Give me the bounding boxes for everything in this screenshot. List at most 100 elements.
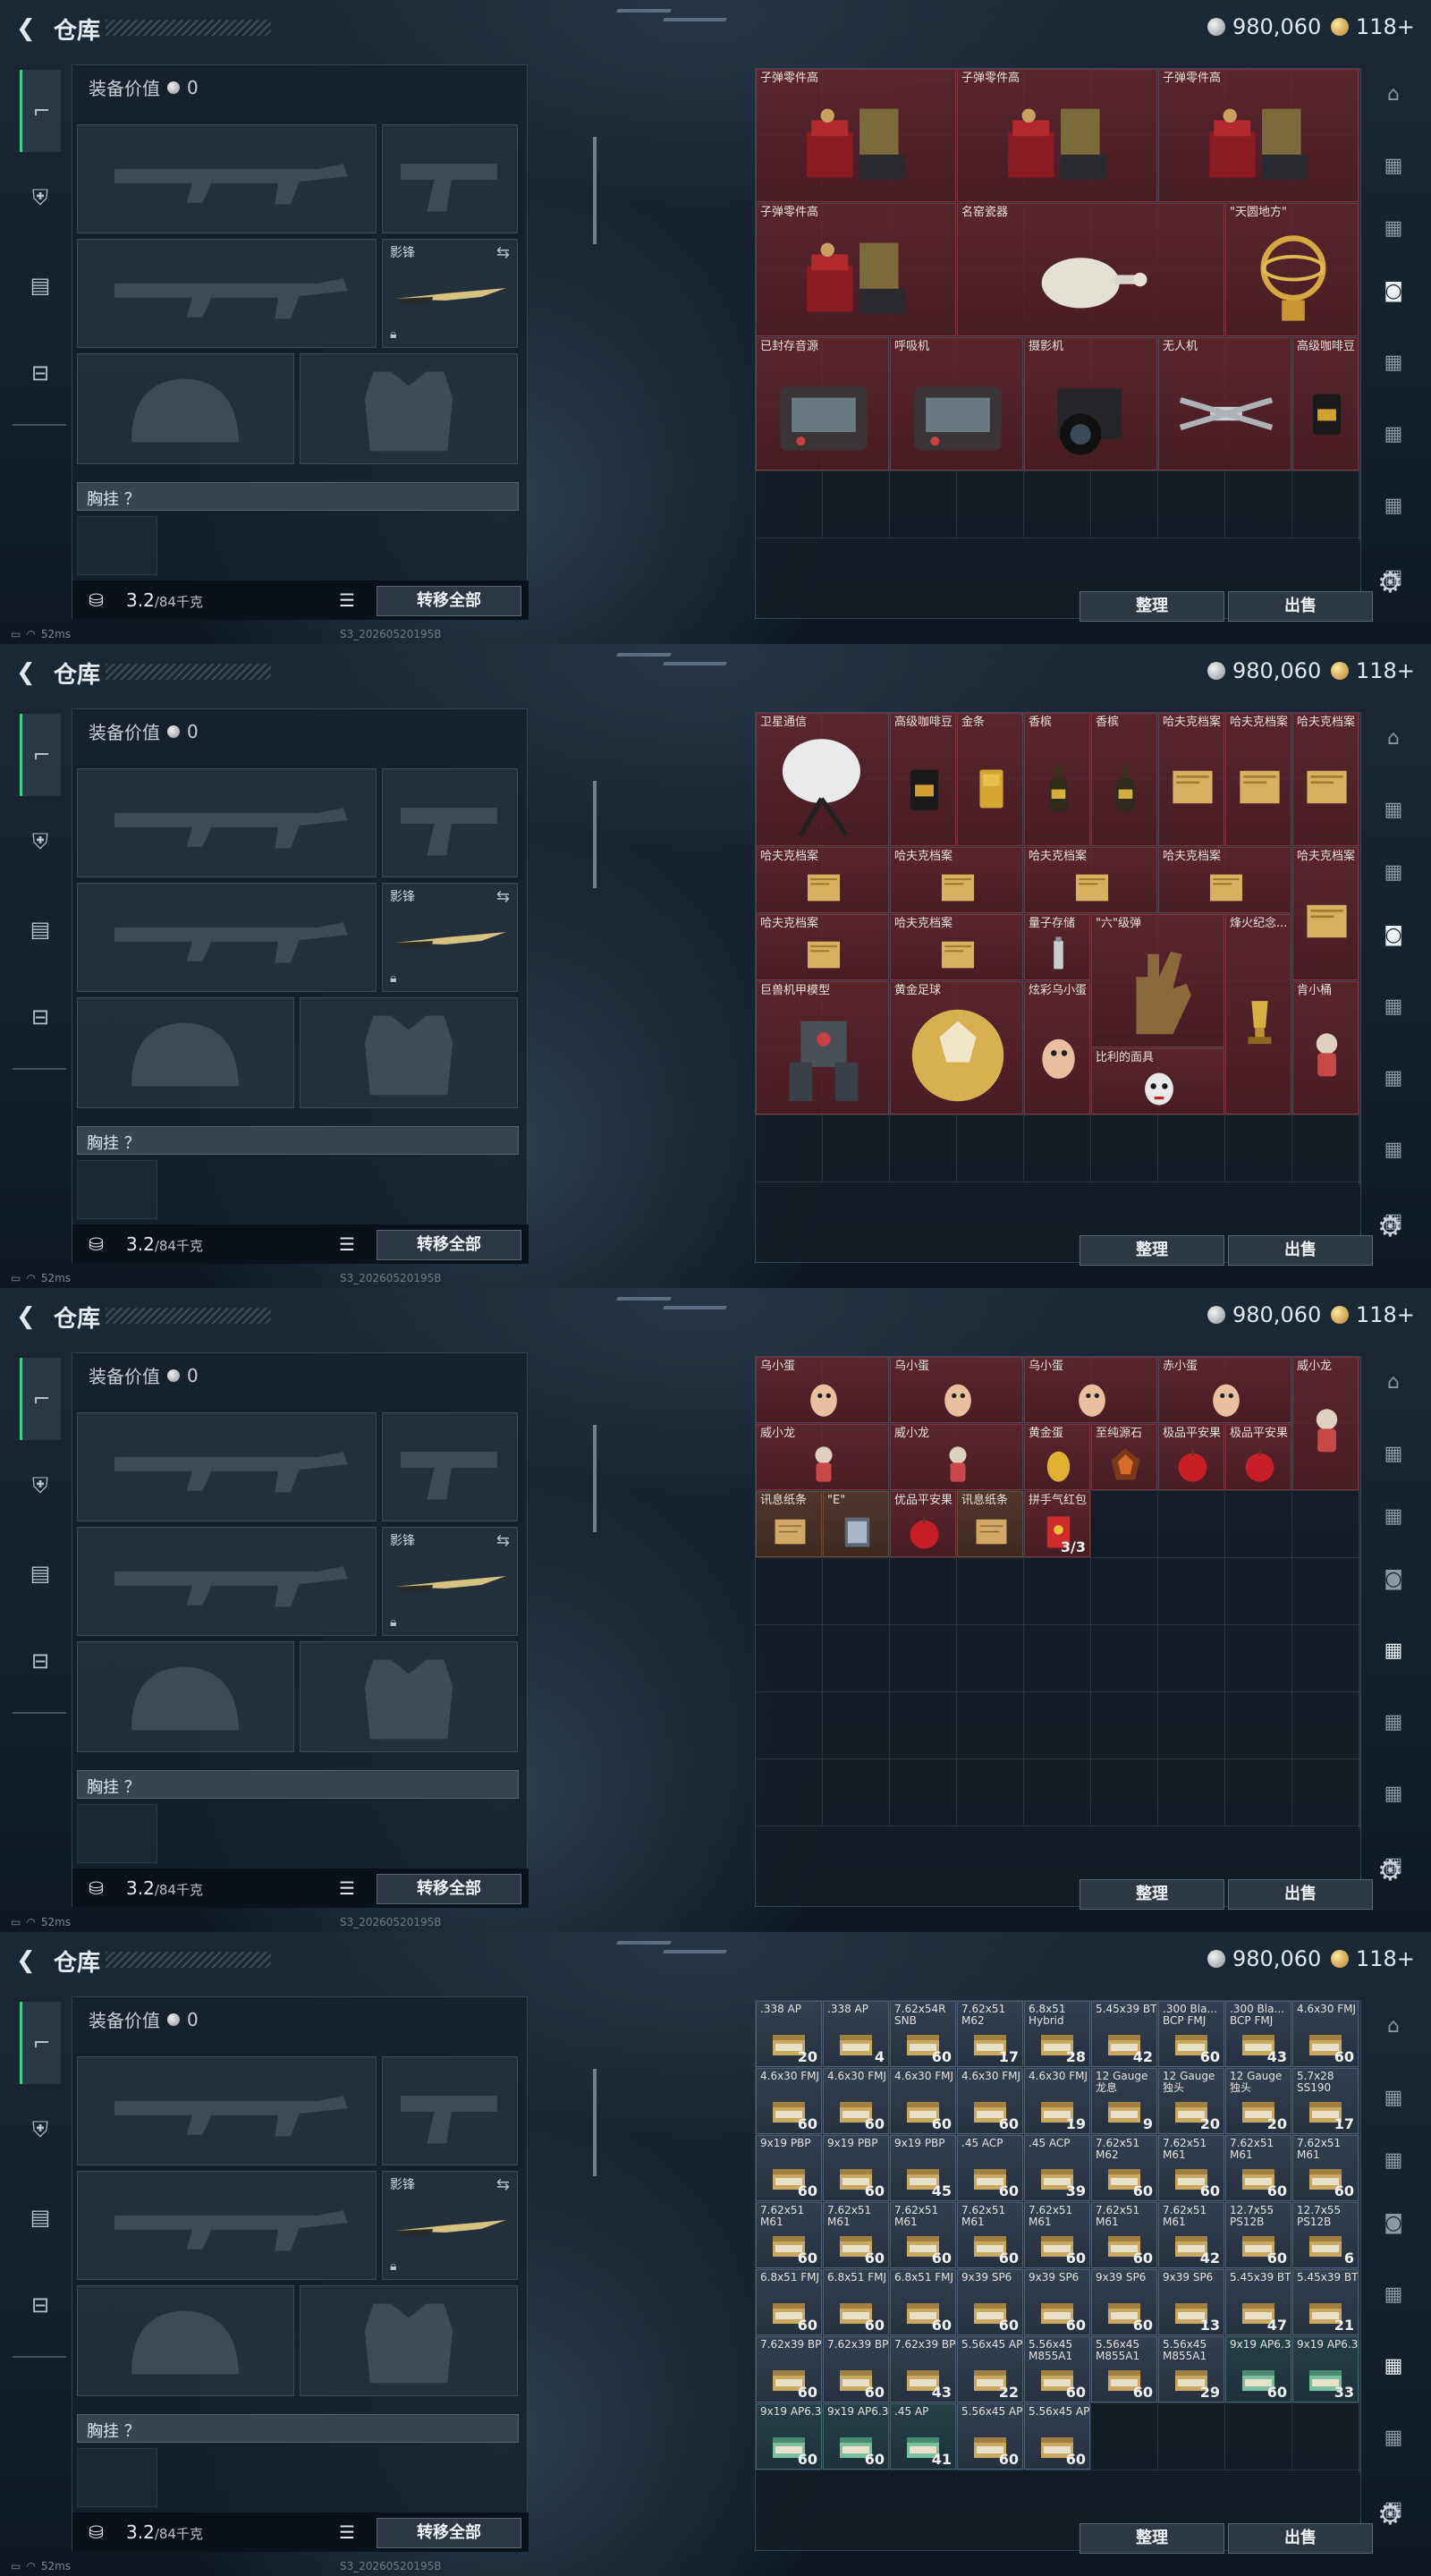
stash-item[interactable]: 摄影机 (1024, 337, 1157, 470)
stash-item[interactable]: 讯息纸条 (756, 1491, 822, 1557)
gear-icon[interactable]: ⚙ (1377, 2497, 1403, 2531)
stash-cell[interactable] (1292, 1115, 1359, 1182)
tab-weapon[interactable]: ⌐ (20, 714, 61, 796)
stash-item[interactable]: 极品平安果 (1158, 1424, 1224, 1490)
stash-item[interactable]: 高级咖啡豆 (1292, 337, 1359, 470)
stash-tab[interactable]: ◙ (1374, 919, 1413, 952)
pistol-slot[interactable] (382, 2056, 518, 2165)
chest-rig-slot[interactable]: 胸挂 ？ (77, 1126, 519, 1155)
stash-cell[interactable] (957, 1692, 1024, 1759)
ammo-item[interactable]: 5.45x39 BT 47 (1225, 2269, 1291, 2335)
stash-cell[interactable] (1024, 1692, 1091, 1759)
stash-tab[interactable]: ▦ (1374, 419, 1413, 451)
tab-backpack[interactable]: ▤ (20, 1553, 61, 1594)
ammo-item[interactable]: 4.6x30 FMJ 60 (1292, 2001, 1359, 2067)
sell-button[interactable]: 出售 (1228, 2523, 1373, 2554)
stash-item[interactable]: 无人机 (1158, 337, 1291, 470)
stash-item[interactable]: 香槟 (1024, 713, 1090, 846)
stash-cell[interactable] (756, 1692, 823, 1759)
transfer-all-button[interactable]: 转移全部 (377, 1230, 521, 1260)
stash-item[interactable]: 优品平安果 (890, 1491, 956, 1557)
stash-cell[interactable] (823, 1625, 890, 1692)
tab-armor[interactable]: ⛨ (20, 821, 61, 862)
stash-cell[interactable] (1292, 1558, 1359, 1625)
ammo-item[interactable]: 5.56x45 AP 60 (957, 2403, 1023, 2470)
stash-item[interactable]: 子弹零件高 (1158, 69, 1359, 202)
stash-cell[interactable] (1024, 1625, 1091, 1692)
swap-icon[interactable]: ⇆ (496, 2175, 510, 2194)
stash-item[interactable]: 金条 (957, 713, 1023, 846)
swap-icon[interactable]: ⇆ (496, 887, 510, 906)
stash-item[interactable]: "六"级弹 (1091, 914, 1224, 1047)
helmet-slot[interactable] (77, 997, 294, 1108)
stash-cell[interactable] (1292, 1759, 1359, 1826)
ammo-item[interactable]: 9x19 AP6.3 60 (1225, 2336, 1291, 2402)
ammo-item[interactable]: .338 AP 4 (823, 2001, 889, 2067)
back-arrow-icon[interactable]: ❮ (16, 660, 41, 685)
stash-cell[interactable] (1091, 1759, 1158, 1826)
stash-tab[interactable]: ▦ (1374, 2351, 1413, 2383)
stash-cell[interactable] (756, 1558, 823, 1625)
stash-tab[interactable]: ⌂ (1374, 2011, 1413, 2043)
ammo-item[interactable]: 7.62x51 M61 60 (1292, 2135, 1359, 2201)
stash-scrollbar[interactable] (1359, 1357, 1361, 1829)
ammo-item[interactable]: 7.62x39 BP 43 (890, 2336, 956, 2402)
ammo-item[interactable]: 7.62x51 M61 60 (890, 2202, 956, 2268)
stash-item[interactable]: 至纯源石 (1091, 1424, 1157, 1490)
stash-item[interactable]: 香槟 (1091, 713, 1157, 846)
stash-item[interactable]: 卫星通信 (756, 713, 889, 846)
stash-item[interactable]: 乌小蛋 (1024, 1357, 1157, 1423)
stash-cell[interactable] (890, 1558, 957, 1625)
ammo-item[interactable]: 5.56x45 M855A1 29 (1158, 2336, 1224, 2402)
organize-button[interactable]: 整理 (1080, 1235, 1224, 1266)
stash-cell[interactable] (1225, 1491, 1292, 1558)
secondary-weapon-slot[interactable] (77, 883, 377, 992)
ammo-item[interactable]: 12 Gauge 独头 20 (1225, 2068, 1291, 2134)
stash-item[interactable]: 名窑瓷器 (957, 203, 1224, 336)
stash-item[interactable]: 炫彩乌小蛋 (1024, 981, 1090, 1114)
stash-cell[interactable] (1091, 1692, 1158, 1759)
stash-item[interactable]: 讯息纸条 (957, 1491, 1023, 1557)
stash-cell[interactable] (1292, 1625, 1359, 1692)
stash-item[interactable]: 子弹零件高 (957, 69, 1157, 202)
ammo-item[interactable]: 9x39 SP6 60 (1091, 2269, 1157, 2335)
ammo-item[interactable]: 7.62x39 BP 60 (756, 2336, 822, 2402)
gold-currency[interactable]: 118+ (1331, 13, 1415, 41)
armor-slot[interactable] (300, 353, 518, 464)
stash-cell[interactable] (1024, 471, 1091, 538)
gear-icon[interactable]: ⚙ (1377, 1209, 1403, 1243)
stash-cell[interactable] (1292, 1692, 1359, 1759)
stash-cell[interactable] (1158, 1692, 1225, 1759)
stash-cell[interactable] (823, 471, 890, 538)
ammo-item[interactable]: 9x39 SP6 60 (1024, 2269, 1090, 2335)
ammo-item[interactable]: 9x39 SP6 13 (1158, 2269, 1224, 2335)
stash-cell[interactable] (1158, 1115, 1225, 1182)
transfer-all-button[interactable]: 转移全部 (377, 2518, 521, 2548)
stash-cell[interactable] (756, 471, 823, 538)
list-icon[interactable]: ☰ (339, 1877, 355, 1899)
armor-slot[interactable] (300, 2285, 518, 2396)
ammo-item[interactable]: 7.62x51 M61 60 (1091, 2202, 1157, 2268)
ammo-item[interactable]: 5.56x45 M855A1 60 (1091, 2336, 1157, 2402)
stash-cell[interactable] (1091, 1625, 1158, 1692)
list-icon[interactable]: ☰ (339, 1233, 355, 1255)
stash-item[interactable]: 子弹零件高 (756, 69, 956, 202)
sell-button[interactable]: 出售 (1228, 1879, 1373, 1910)
stash-item[interactable]: 黄金足球 (890, 981, 1023, 1114)
tab-armor[interactable]: ⛨ (20, 177, 61, 218)
ammo-item[interactable]: 6.8x51 FMJ 60 (890, 2269, 956, 2335)
ammo-item[interactable]: 9x19 PBP 60 (756, 2135, 822, 2201)
stash-cell[interactable] (957, 1759, 1024, 1826)
ammo-item[interactable]: .45 ACP 60 (957, 2135, 1023, 2201)
tab-armor[interactable]: ⛨ (20, 1465, 61, 1506)
stash-cell[interactable] (1091, 2403, 1158, 2470)
stash-tab[interactable]: ▦ (1374, 347, 1413, 379)
ammo-item[interactable]: 7.62x51 M61 60 (823, 2202, 889, 2268)
stash-cell[interactable] (823, 1759, 890, 1826)
stash-tab[interactable]: ▦ (1374, 1063, 1413, 1095)
ammo-item[interactable]: 9x19 AP6.3 60 (823, 2403, 889, 2470)
stash-cell[interactable] (1225, 1625, 1292, 1692)
stash-cell[interactable] (957, 1625, 1024, 1692)
stash-tab[interactable]: ▦ (1374, 2145, 1413, 2177)
stash-cell[interactable] (1091, 1558, 1158, 1625)
